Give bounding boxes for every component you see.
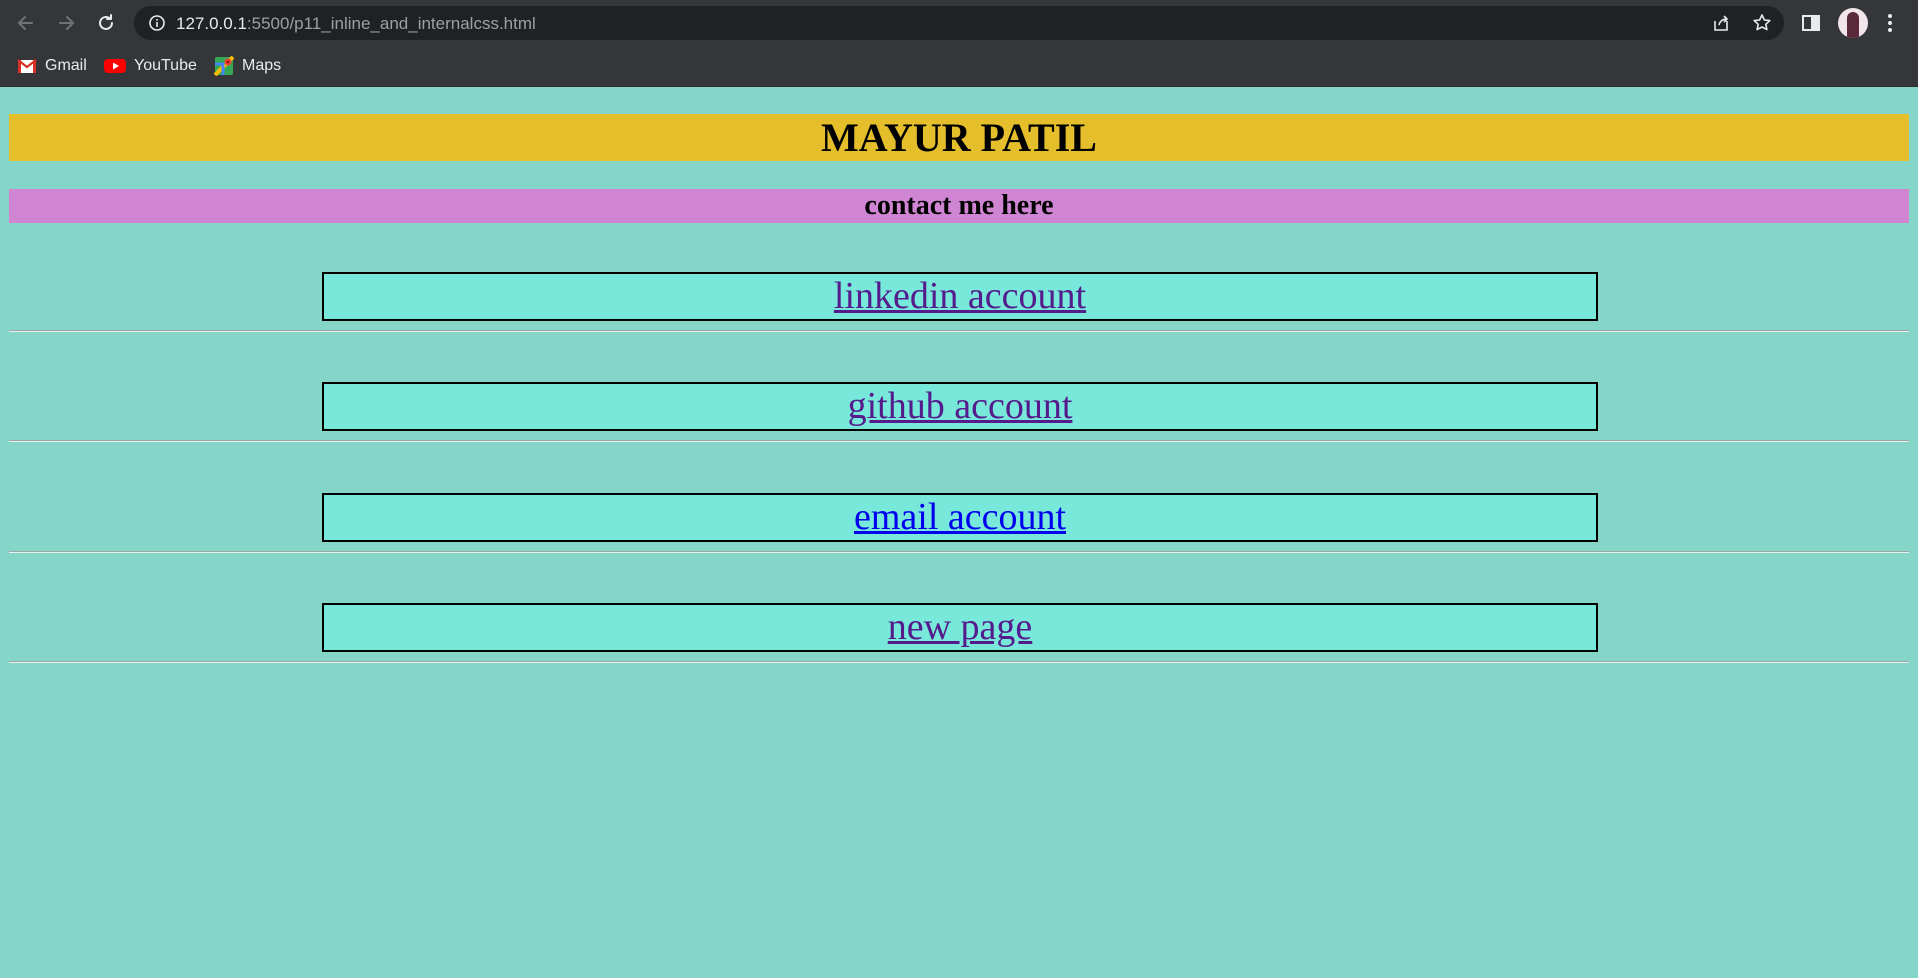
bookmark-star-icon[interactable] <box>1752 13 1772 33</box>
site-info-icon[interactable] <box>148 14 166 32</box>
maps-icon <box>214 56 234 76</box>
contact-heading: contact me here <box>9 189 1909 223</box>
github-link-box: github account <box>322 382 1598 431</box>
new-page-link[interactable]: new page <box>888 606 1033 648</box>
web-page: MAYUR PATIL contact me here linkedin acc… <box>0 87 1918 978</box>
divider <box>9 661 1909 663</box>
github-link[interactable]: github account <box>848 385 1073 427</box>
linkedin-link[interactable]: linkedin account <box>834 275 1086 317</box>
divider <box>9 551 1909 553</box>
youtube-icon <box>104 59 126 73</box>
forward-button[interactable] <box>51 8 81 38</box>
divider <box>9 330 1909 332</box>
avatar-figure <box>1847 12 1859 38</box>
side-panel-icon[interactable] <box>1801 13 1821 33</box>
new-page-link-box: new page <box>322 603 1598 652</box>
url-path: :5500/p11_inline_and_internalcss.html <box>246 14 536 33</box>
back-arrow-icon <box>18 16 33 30</box>
bookmark-label: Gmail <box>45 57 87 74</box>
page-title: MAYUR PATIL <box>9 114 1909 161</box>
reload-button[interactable] <box>91 8 121 38</box>
url-host: 127.0.0.1 <box>176 14 247 33</box>
forward-arrow-icon <box>59 16 74 30</box>
share-icon[interactable] <box>1711 13 1731 33</box>
reload-icon <box>99 14 113 30</box>
bookmark-gmail[interactable]: Gmail <box>17 54 87 78</box>
bookmark-label: YouTube <box>134 57 197 74</box>
address-bar[interactable]: 127.0.0.1:5500/p11_inline_and_internalcs… <box>134 6 1784 40</box>
back-button[interactable] <box>11 8 41 38</box>
browser-toolbar: 127.0.0.1:5500/p11_inline_and_internalcs… <box>0 0 1918 46</box>
bookmark-youtube[interactable]: YouTube <box>104 54 197 78</box>
linkedin-link-box: linkedin account <box>322 272 1598 321</box>
kebab-menu-icon[interactable] <box>1884 12 1896 34</box>
url-text[interactable]: 127.0.0.1:5500/p11_inline_and_internalcs… <box>176 14 536 34</box>
bookmark-maps[interactable]: Maps <box>214 54 281 78</box>
bookmark-label: Maps <box>242 57 282 74</box>
profile-avatar[interactable] <box>1838 8 1868 38</box>
gmail-icon <box>17 59 37 73</box>
bookmarks-bar: Gmail YouTube Maps <box>0 46 1918 87</box>
divider <box>9 440 1909 442</box>
email-link[interactable]: email account <box>854 496 1066 538</box>
email-link-box: email account <box>322 493 1598 542</box>
